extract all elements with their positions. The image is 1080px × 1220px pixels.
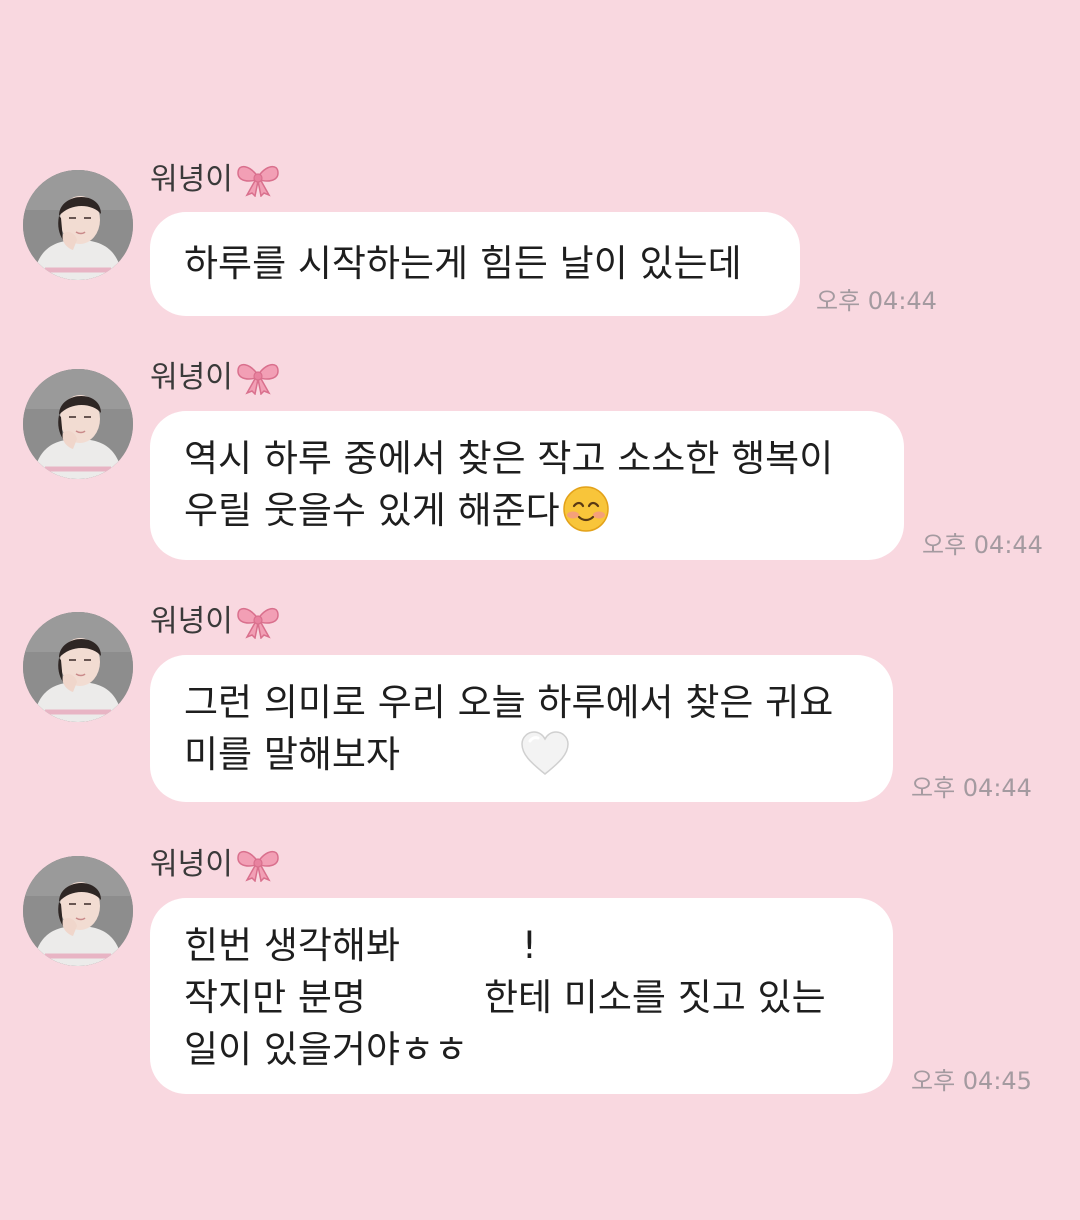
message-bubble[interactable]: 하루를 시작하는게 힘든 날이 있는데 xyxy=(150,212,800,316)
pink-ribbon-bow-icon xyxy=(235,359,281,395)
message-text-line: 작지만 분명 xyxy=(184,976,366,1019)
message-text-line: 일이 있을거야ㅎㅎ xyxy=(184,1028,469,1071)
message-text-line-row: 우릴 웃을수 있게 해준다 xyxy=(184,485,870,537)
message-text-line-row: 작지만 분명 한테 미소를 짓고 있는 xyxy=(184,972,859,1024)
message-text-line-row: 미를 말해보자 xyxy=(184,729,859,781)
white-heart-icon xyxy=(521,731,569,775)
message-text-line-row: 힌번 생각해봐! xyxy=(184,920,859,972)
pink-ribbon-bow-icon xyxy=(235,161,281,197)
message-timestamp: 오후 04:44 xyxy=(922,531,1043,559)
message-timestamp: 오후 04:44 xyxy=(911,774,1032,802)
message-text-line: 한테 미소를 짓고 있는 xyxy=(483,976,826,1019)
sender-avatar[interactable] xyxy=(23,170,133,280)
message-text-line: ! xyxy=(522,924,537,967)
sender-name: 워녕이 xyxy=(150,360,233,395)
sender-name-row: 워녕이 xyxy=(150,602,281,642)
message-bubble[interactable]: 힌번 생각해봐! 작지만 분명 한테 미소를 짓고 있는 일이 있을거야ㅎㅎ xyxy=(150,898,893,1094)
sender-name: 워녕이 xyxy=(150,604,233,639)
message-text-line: 그런 의미로 우리 오늘 하루에서 찾은 귀요 xyxy=(184,681,834,724)
pink-ribbon-bow-icon xyxy=(235,846,281,882)
message-text-line: 우릴 웃을수 있게 해준다 xyxy=(184,489,560,532)
message-text-line: 힌번 생각해봐 xyxy=(184,924,401,967)
sender-name-row: 워녕이 xyxy=(150,845,281,885)
sender-avatar[interactable] xyxy=(23,856,133,966)
sender-avatar[interactable] xyxy=(23,612,133,722)
message-text-line: 미를 말해보자 xyxy=(184,733,401,776)
sender-name: 워녕이 xyxy=(150,847,233,882)
sender-avatar[interactable] xyxy=(23,369,133,479)
message-timestamp: 오후 04:44 xyxy=(816,287,937,315)
sender-name-row: 워녕이 xyxy=(150,358,281,398)
pink-ribbon-bow-icon xyxy=(235,603,281,639)
sender-name-row: 워녕이 xyxy=(150,160,281,200)
smiling-face-icon xyxy=(562,486,609,532)
sender-name: 워녕이 xyxy=(150,162,233,197)
message-text-line: 역시 하루 중에서 찾은 작고 소소한 행복이 xyxy=(184,437,834,480)
message-text-line: 하루를 시작하는게 힘든 날이 있는데 xyxy=(184,242,742,285)
message-timestamp: 오후 04:45 xyxy=(911,1067,1032,1095)
message-bubble[interactable]: 그런 의미로 우리 오늘 하루에서 찾은 귀요 미를 말해보자 xyxy=(150,655,893,802)
message-bubble[interactable]: 역시 하루 중에서 찾은 작고 소소한 행복이 우릴 웃을수 있게 해준다 xyxy=(150,411,904,560)
